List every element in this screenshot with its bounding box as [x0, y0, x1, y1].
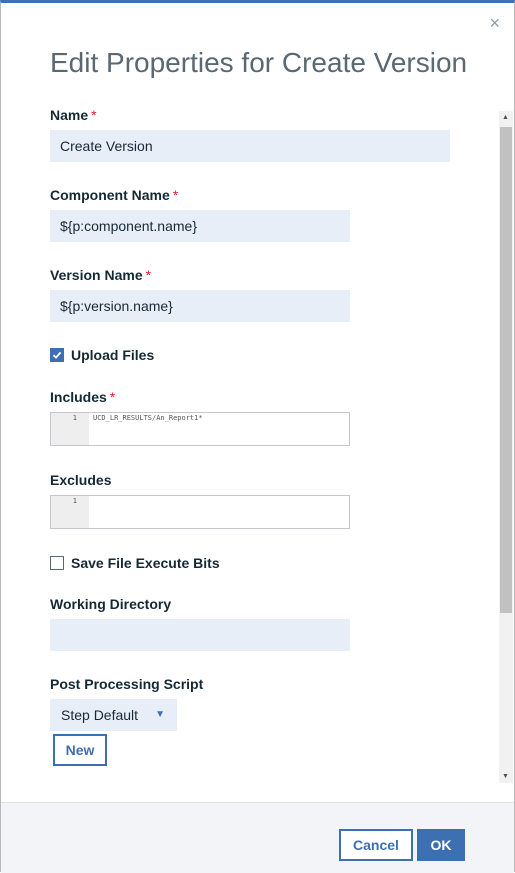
- line-gutter: 1: [51, 413, 89, 445]
- upload-files-checkbox[interactable]: [50, 348, 64, 362]
- line-gutter: 1: [51, 496, 89, 528]
- upload-files-option[interactable]: Upload Files: [50, 347, 154, 363]
- required-marker: *: [172, 187, 179, 203]
- scroll-up-icon[interactable]: ▲: [502, 114, 509, 121]
- dialog-footer: Cancel OK: [1, 802, 514, 873]
- required-marker: *: [91, 107, 97, 123]
- excludes-label: Excludes: [50, 472, 112, 488]
- checkmark-icon: [52, 351, 62, 359]
- ok-button[interactable]: OK: [417, 829, 465, 861]
- cancel-button[interactable]: Cancel: [339, 829, 413, 861]
- upload-files-label: Upload Files: [71, 347, 155, 363]
- scrollbar[interactable]: ▲ ▼: [499, 111, 513, 783]
- includes-code: UCD_LR_RESULTS/An_Report1*: [93, 414, 203, 422]
- working-directory-input[interactable]: [50, 619, 350, 651]
- component-name-label: Component Name *: [50, 187, 179, 203]
- includes-editor[interactable]: 1 UCD_LR_RESULTS/An_Report1*: [50, 412, 350, 446]
- close-icon[interactable]: ×: [489, 14, 500, 32]
- chevron-down-icon: ▼: [155, 709, 165, 720]
- version-name-label: Version Name *: [50, 267, 152, 283]
- new-script-button[interactable]: New: [53, 734, 107, 766]
- component-name-input[interactable]: ${p:component.name}: [50, 210, 350, 242]
- save-file-execute-bits-label: Save File Execute Bits: [71, 555, 220, 571]
- excludes-editor[interactable]: 1: [50, 495, 350, 529]
- edit-properties-dialog: × Edit Properties for Create Version Nam…: [0, 0, 515, 873]
- scroll-thumb[interactable]: [500, 127, 512, 613]
- required-marker: *: [109, 389, 116, 405]
- line-number: 1: [72, 497, 77, 505]
- save-file-execute-bits-option[interactable]: Save File Execute Bits: [50, 555, 220, 571]
- version-name-input[interactable]: ${p:version.name}: [50, 290, 350, 322]
- line-number: 1: [72, 414, 77, 422]
- required-marker: *: [145, 267, 152, 283]
- name-label: Name *: [50, 107, 97, 123]
- name-input[interactable]: Create Version: [50, 130, 450, 162]
- post-processing-script-label: Post Processing Script: [50, 676, 204, 692]
- selected-value: Step Default: [61, 707, 139, 723]
- post-processing-script-select[interactable]: Step Default ▼: [50, 699, 177, 731]
- includes-label: Includes *: [50, 389, 116, 405]
- scroll-down-icon[interactable]: ▼: [502, 773, 509, 780]
- dialog-title: Edit Properties for Create Version: [50, 47, 468, 78]
- save-file-execute-bits-checkbox[interactable]: [50, 556, 64, 570]
- working-directory-label: Working Directory: [50, 596, 172, 612]
